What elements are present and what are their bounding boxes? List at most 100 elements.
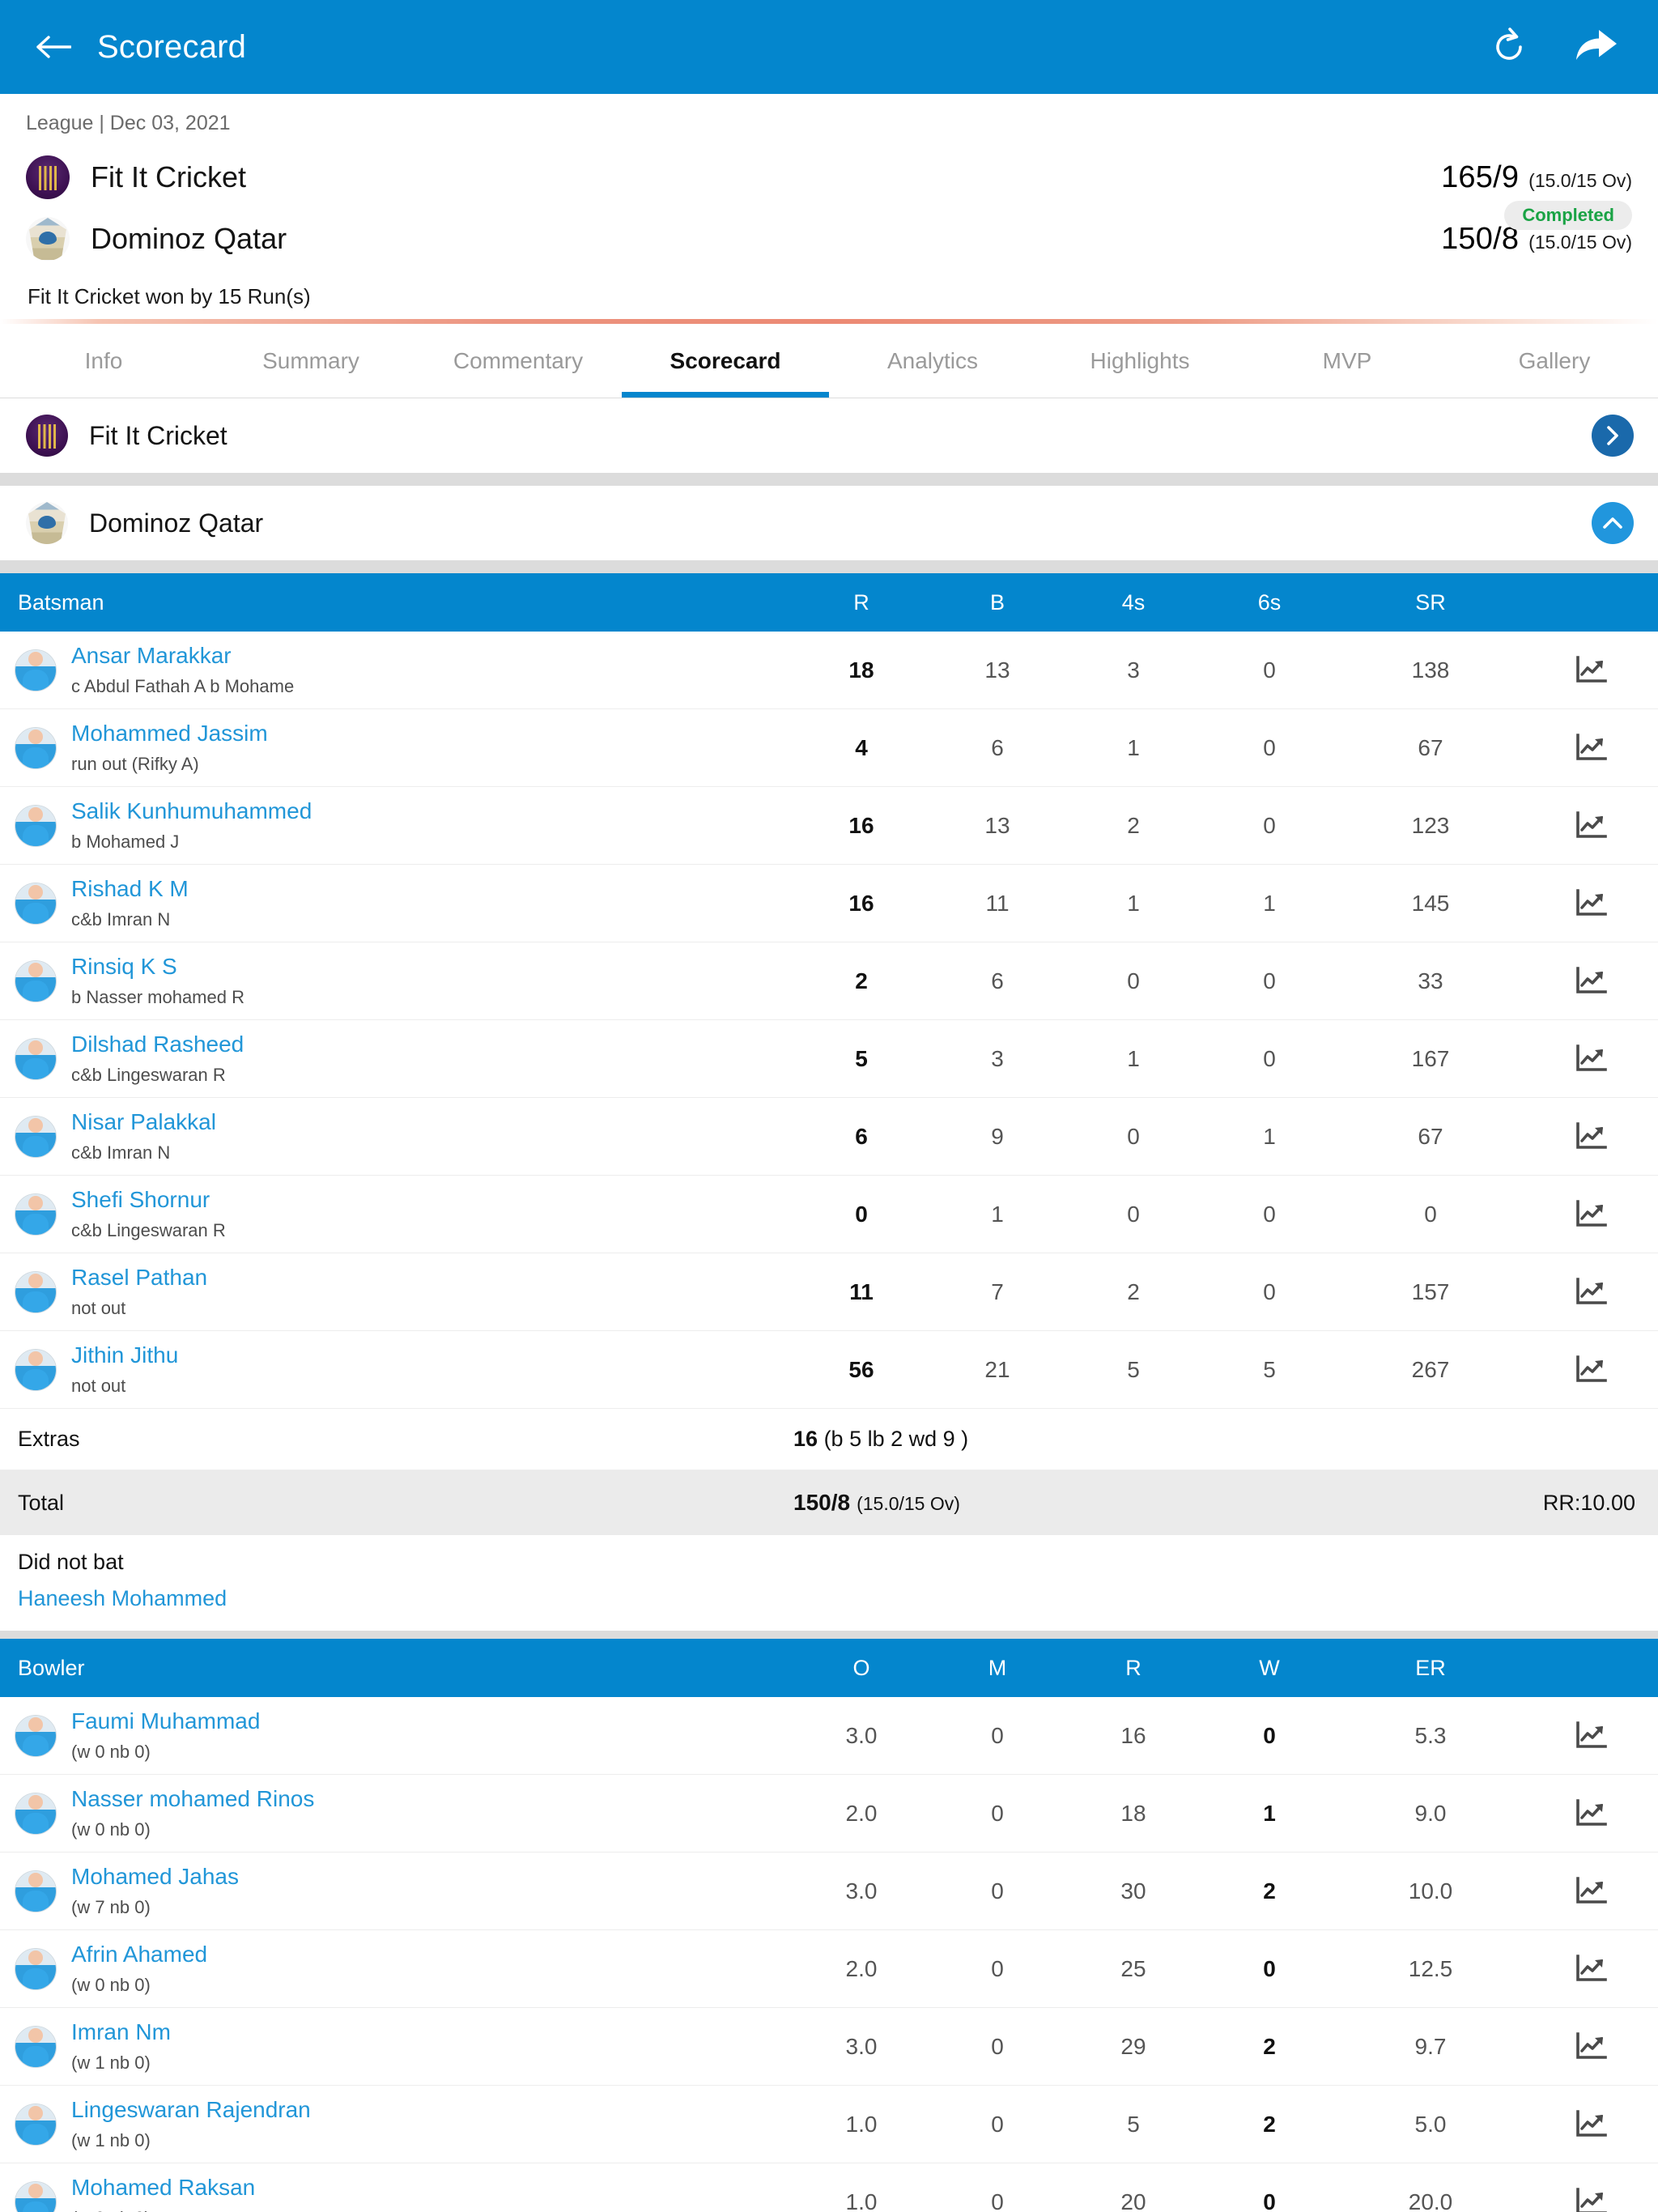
- row-chart-button[interactable]: [1524, 1044, 1658, 1074]
- row-chart-button[interactable]: [1524, 966, 1658, 997]
- innings-collapse-button-2[interactable]: [1592, 502, 1634, 544]
- innings-header-fit-it-cricket[interactable]: Fit It Cricket: [0, 398, 1658, 473]
- table-row[interactable]: Ansar Marakkar c Abdul Fathah A b Mohame 1…: [0, 632, 1658, 709]
- share-button[interactable]: [1567, 18, 1626, 76]
- cell-runs: 6: [855, 1123, 868, 1149]
- innings-team-logo-1: [26, 415, 68, 457]
- table-row[interactable]: Mohammed Jassim run out (Rifky A) 4 6 1 0 67: [0, 709, 1658, 787]
- row-chart-button[interactable]: [1524, 1954, 1658, 1984]
- row-chart-button[interactable]: [1524, 1199, 1658, 1230]
- cell-runs: 56: [848, 1356, 874, 1382]
- batsman-name[interactable]: Rinsiq K S: [71, 954, 244, 980]
- row-chart-button[interactable]: [1524, 733, 1658, 764]
- table-row[interactable]: Faumi Muhammad (w 0 nb 0) 3.0 0 16 0 5.3: [0, 1697, 1658, 1775]
- table-row[interactable]: Rinsiq K S b Nasser mohamed R 2 6 0 0 33: [0, 942, 1658, 1020]
- batsman-cell: Rishad K M c&b Imran N: [0, 876, 793, 929]
- batsman-cell: Rasel Pathan not out: [0, 1265, 793, 1318]
- row-chart-button[interactable]: [1524, 2187, 1658, 2212]
- table-row[interactable]: Dilshad Rasheed c&b Lingeswaran R 5 3 1 0 167: [0, 1020, 1658, 1098]
- bowler-name[interactable]: Faumi Muhammad: [71, 1708, 260, 1734]
- cell-maidens: 0: [991, 1722, 1004, 1748]
- bowler-name[interactable]: Nasser mohamed Rinos: [71, 1786, 314, 1812]
- team-name-2: Dominoz Qatar: [91, 222, 287, 255]
- row-chart-button[interactable]: [1524, 1355, 1658, 1385]
- cell-runs-conceded: 29: [1120, 2033, 1146, 2059]
- tab-gallery[interactable]: Gallery: [1451, 324, 1658, 398]
- bowler-sub: (w 1 nb 0): [71, 2052, 151, 2073]
- innings-expand-button-1[interactable]: [1592, 415, 1634, 457]
- batsman-name[interactable]: Shefi Shornur: [71, 1187, 226, 1213]
- table-row[interactable]: Jithin Jithu not out 56 21 5 5 267: [0, 1331, 1658, 1409]
- line-chart-icon: [1576, 2187, 1607, 2212]
- table-row[interactable]: Rishad K Mc&b Imran N 16 11 1 1 145: [0, 865, 1658, 942]
- bowler-name[interactable]: Imran Nm: [71, 2019, 171, 2045]
- th-runs: R: [853, 589, 869, 615]
- batting-rows-container: Ansar Marakkar c Abdul Fathah A b Mohame 1…: [0, 632, 1658, 1409]
- table-row[interactable]: Nasser mohamed Rinos (w 0 nb 0) 2.0 0 18 1 9.0: [0, 1775, 1658, 1853]
- row-chart-button[interactable]: [1524, 1277, 1658, 1308]
- batsman-name[interactable]: Nisar Palakkal: [71, 1109, 216, 1135]
- bowler-cell: Afrin Ahamed (w 0 nb 0): [0, 1942, 793, 1995]
- table-row[interactable]: Imran Nm (w 1 nb 0) 3.0 0 29 2 9.7: [0, 2008, 1658, 2086]
- extras-detail: (b 5 lb 2 wd 9 ): [823, 1427, 969, 1451]
- tab-summary[interactable]: Summary: [207, 324, 414, 398]
- bowler-name[interactable]: Lingeswaran Rajendran: [71, 2097, 311, 2123]
- cell-strike-rate: 138: [1411, 657, 1450, 683]
- batsman-name[interactable]: Mohammed Jassim: [71, 721, 268, 747]
- cell-fours: 2: [1127, 1278, 1140, 1304]
- total-overs: (15.0/15 Ov): [857, 1493, 960, 1514]
- batsman-name[interactable]: Salik Kunhumuhammed: [71, 798, 312, 824]
- cell-maidens: 0: [991, 1955, 1004, 1981]
- cell-overs: 3.0: [845, 1878, 878, 1904]
- line-chart-icon: [1576, 1277, 1607, 1304]
- refresh-button[interactable]: [1480, 18, 1538, 76]
- cell-strike-rate: 145: [1411, 890, 1450, 916]
- cell-balls: 13: [984, 812, 1010, 838]
- table-row[interactable]: Rasel Pathan not out 11 7 2 0 157: [0, 1253, 1658, 1331]
- table-row[interactable]: Lingeswaran Rajendran (w 1 nb 0) 1.0 0 5 2 5.0: [0, 2086, 1658, 2163]
- line-chart-icon: [1576, 810, 1607, 838]
- innings-header-dominoz-qatar[interactable]: Dominoz Qatar: [0, 486, 1658, 560]
- row-chart-button[interactable]: [1524, 1798, 1658, 1829]
- row-chart-button[interactable]: [1524, 2109, 1658, 2140]
- batsman-name[interactable]: Jithin Jithu: [71, 1342, 178, 1368]
- row-chart-button[interactable]: [1524, 1876, 1658, 1907]
- row-chart-button[interactable]: [1524, 888, 1658, 919]
- tab-mvp[interactable]: MVP: [1244, 324, 1451, 398]
- bowler-cell: Lingeswaran Rajendran (w 1 nb 0): [0, 2097, 793, 2150]
- line-chart-icon: [1576, 1954, 1607, 1981]
- tab-commentary[interactable]: Commentary: [414, 324, 622, 398]
- back-button[interactable]: [28, 22, 78, 72]
- batsman-name[interactable]: Dilshad Rasheed: [71, 1032, 244, 1057]
- cell-sixes: 0: [1263, 968, 1276, 993]
- table-row[interactable]: Mohamed Raksan (w 0 nb 0) 1.0 0 20 0 20.0: [0, 2163, 1658, 2212]
- cell-fours: 1: [1127, 734, 1140, 760]
- batsman-name[interactable]: Rasel Pathan: [71, 1265, 207, 1291]
- batsman-name[interactable]: Rishad K M: [71, 876, 189, 902]
- tab-highlights[interactable]: Highlights: [1036, 324, 1244, 398]
- bowler-name[interactable]: Mohamed Jahas: [71, 1864, 239, 1890]
- batsman-text: Mohammed Jassim run out (Rifky A): [71, 721, 268, 774]
- did-not-bat-players[interactable]: Haneesh Mohammed: [18, 1586, 1640, 1611]
- table-row[interactable]: Mohamed Jahas (w 7 nb 0) 3.0 0 30 2 10.0: [0, 1853, 1658, 1930]
- line-chart-icon: [1576, 888, 1607, 916]
- row-chart-button[interactable]: [1524, 1721, 1658, 1751]
- cell-economy-rate: 5.0: [1414, 2111, 1447, 2137]
- row-chart-button[interactable]: [1524, 655, 1658, 686]
- row-chart-button[interactable]: [1524, 810, 1658, 841]
- table-row[interactable]: Nisar Palakkal c&b Imran N 6 9 0 1 67: [0, 1098, 1658, 1176]
- table-row[interactable]: Shefi Shornur c&b Lingeswaran R 0 1 0 0 0: [0, 1176, 1658, 1253]
- batsman-name[interactable]: Ansar Marakkar: [71, 643, 294, 669]
- tab-analytics[interactable]: Analytics: [829, 324, 1036, 398]
- th-strike-rate: SR: [1415, 589, 1446, 615]
- bowler-name[interactable]: Mohamed Raksan: [71, 2175, 255, 2201]
- row-chart-button[interactable]: [1524, 1121, 1658, 1152]
- row-chart-button[interactable]: [1524, 2031, 1658, 2062]
- cell-maidens: 0: [991, 2189, 1004, 2212]
- bowler-name[interactable]: Afrin Ahamed: [71, 1942, 207, 1967]
- tab-info[interactable]: Info: [0, 324, 207, 398]
- tab-scorecard[interactable]: Scorecard: [622, 324, 829, 398]
- table-row[interactable]: Afrin Ahamed (w 0 nb 0) 2.0 0 25 0 12.5: [0, 1930, 1658, 2008]
- table-row[interactable]: Salik Kunhumuhammed b Mohamed J 16 13 2 0 123: [0, 787, 1658, 865]
- app-bar: Scorecard: [0, 0, 1658, 94]
